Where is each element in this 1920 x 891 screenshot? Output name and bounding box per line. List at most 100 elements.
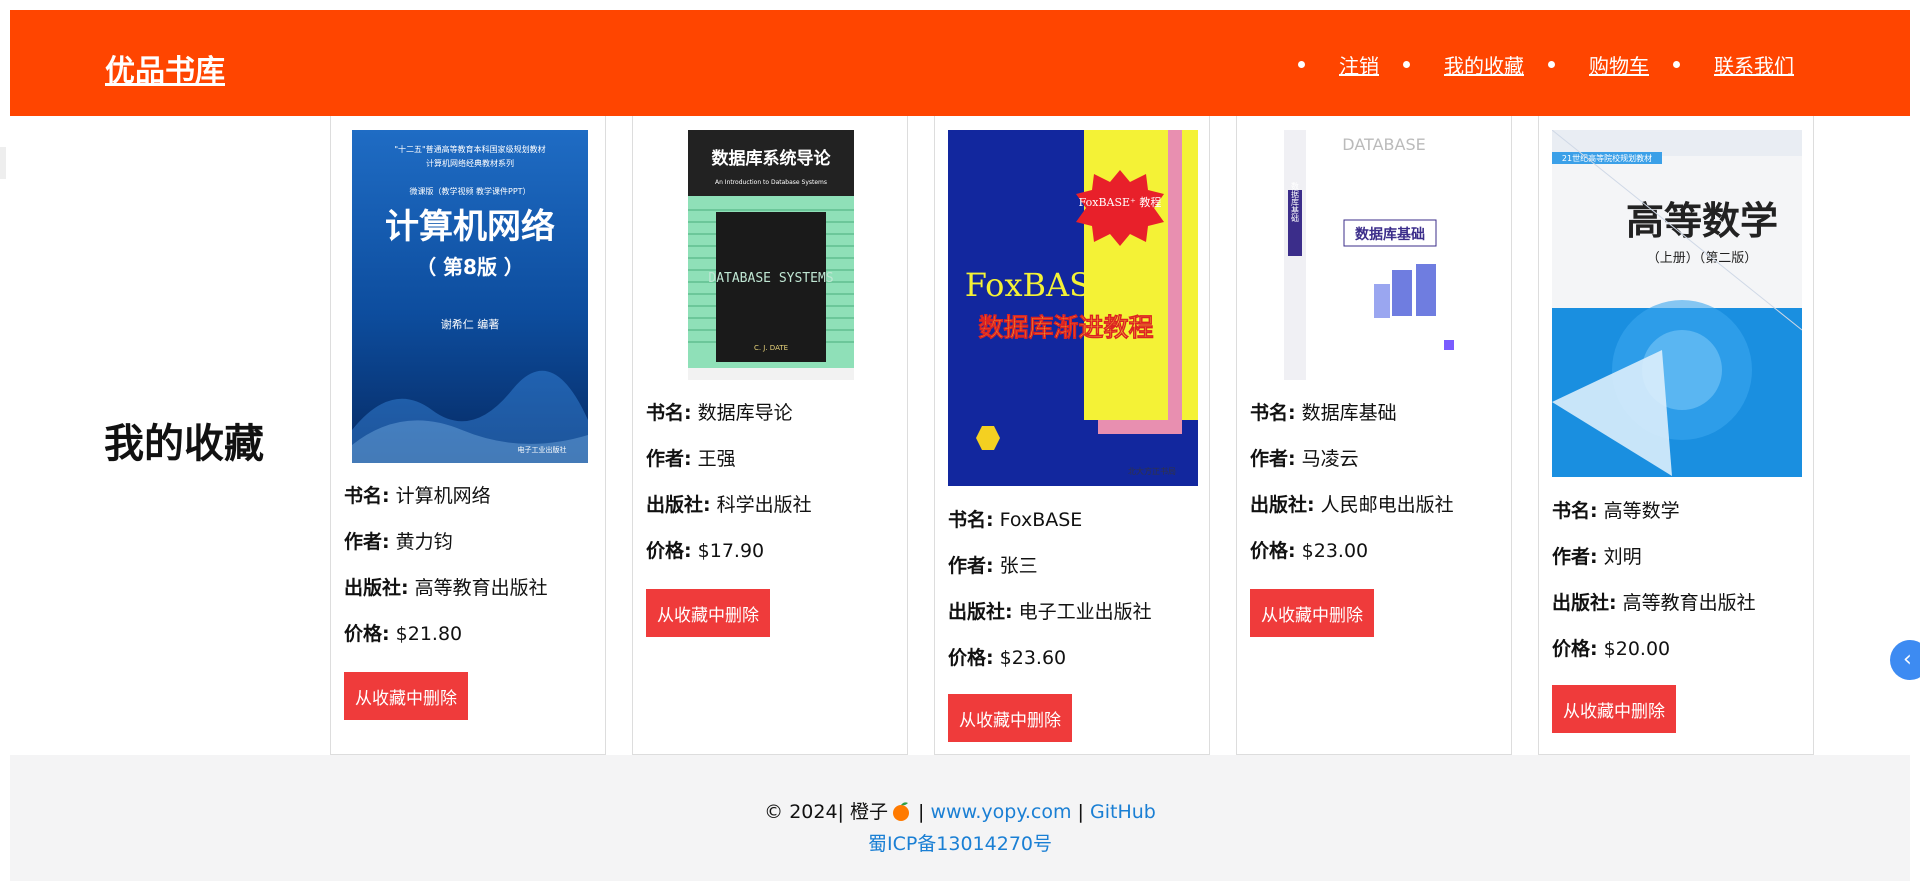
svg-text:DATABASE SYSTEMS: DATABASE SYSTEMS — [708, 271, 833, 286]
book-name-row: 书名: 高等数学 — [1552, 496, 1756, 542]
book-card: 数据库系统导论 An Introduction to Database Syst… — [632, 116, 908, 755]
svg-text:北大方正书局: 北大方正书局 — [1128, 466, 1176, 476]
svg-text:（ 第8版 ）: （ 第8版 ） — [416, 255, 524, 279]
book-price-row: 价格: $21.80 — [344, 619, 548, 665]
svg-text:"十二五"普通高等教育本科国家级规划教材: "十二五"普通高等教育本科国家级规划教材 — [394, 144, 545, 154]
field-label: 作者: — [1250, 448, 1296, 470]
book-card: "十二五"普通高等教育本科国家级规划教材 计算机网络经典教材系列 微课版（教学视… — [330, 116, 606, 755]
svg-text:FoxBASE⁺ 教程: FoxBASE⁺ 教程 — [1079, 196, 1162, 209]
svg-text:微课版（教学视频 教学课件PPT）: 微课版（教学视频 教学课件PPT） — [409, 186, 530, 196]
svg-text:21世纪高等院校规划教材: 21世纪高等院校规划教材 — [1562, 153, 1652, 163]
bullet-icon — [1298, 61, 1305, 68]
site-logo[interactable]: 优品书库 — [105, 46, 225, 90]
book-cover-image[interactable]: FoxBASE⁺ 教程 FoxBASE⁺ 数据库渐进教程 北大方正书局 — [948, 130, 1198, 486]
book-card: 数据库基础 DATABASE 数据库基础 书名: 数据库基础 作者: 马凌云 出… — [1236, 116, 1512, 755]
svg-text:谢希仁 编著: 谢希仁 编著 — [441, 317, 500, 331]
nav-item-logout: 注销 — [1298, 50, 1379, 79]
github-link[interactable]: GitHub — [1090, 801, 1156, 823]
book-name-row: 书名: 数据库导论 — [646, 398, 812, 444]
svg-text:高等数学: 高等数学 — [1626, 199, 1778, 243]
book-info: 书名: 数据库导论 作者: 王强 出版社: 科学出版社 价格: $17.90 — [646, 398, 812, 582]
icp-link[interactable]: 蜀ICP备13014270号 — [868, 833, 1052, 855]
nav-link-contact[interactable]: 联系我们 — [1714, 50, 1794, 79]
book-info: 书名: 计算机网络 作者: 黄力钧 出版社: 高等教育出版社 价格: $21.8… — [344, 481, 548, 665]
book-info: 书名: FoxBASE 作者: 张三 出版社: 电子工业出版社 价格: $23.… — [948, 505, 1152, 689]
book-author-row: 作者: 刘明 — [1552, 542, 1756, 588]
nav-link-favorites[interactable]: 我的收藏 — [1444, 50, 1524, 79]
site-link[interactable]: www.yopy.com — [931, 801, 1072, 823]
svg-text:数据库系统导论: 数据库系统导论 — [712, 148, 832, 169]
remove-favorite-button[interactable]: 从收藏中删除 — [948, 694, 1072, 742]
field-label: 作者: — [948, 555, 994, 577]
book-name: 计算机网络 — [395, 485, 491, 507]
nav-item-contact: 联系我们 — [1673, 50, 1794, 79]
remove-favorite-button[interactable]: 从收藏中删除 — [1552, 685, 1676, 733]
book-cover-image[interactable]: 数据库基础 DATABASE 数据库基础 — [1284, 130, 1462, 380]
site-header: 优品书库 注销 我的收藏 购物车 联系我们 — [10, 10, 1910, 116]
svg-text:计算机网络经典教材系列: 计算机网络经典教材系列 — [426, 158, 514, 168]
book-card: FoxBASE⁺ 教程 FoxBASE⁺ 数据库渐进教程 北大方正书局 书名: … — [934, 116, 1210, 755]
bullet-icon — [1673, 61, 1680, 68]
book-name: 高等数学 — [1603, 500, 1680, 522]
book-author: 马凌云 — [1301, 448, 1359, 470]
site-footer: © 2024| 橙子 | www.yopy.com | GitHub 蜀ICP备… — [10, 755, 1910, 881]
field-label: 书名: — [948, 509, 994, 531]
separator: | — [1077, 801, 1084, 823]
book-publisher: 高等教育出版社 — [414, 577, 548, 599]
book-author: 刘明 — [1603, 546, 1642, 568]
separator: | — [918, 801, 925, 823]
svg-text:计算机网络: 计算机网络 — [385, 207, 555, 247]
field-label: 出版社: — [948, 601, 1013, 623]
orange-icon — [893, 802, 909, 821]
bullet-icon — [1548, 61, 1555, 68]
book-price: $21.80 — [395, 623, 463, 645]
field-label: 书名: — [344, 485, 390, 507]
book-name-row: 书名: 数据库基础 — [1250, 398, 1454, 444]
book-cover-image[interactable]: "十二五"普通高等教育本科国家级规划教材 计算机网络经典教材系列 微课版（教学视… — [352, 130, 588, 463]
book-cover-image[interactable]: 数据库系统导论 An Introduction to Database Syst… — [688, 130, 854, 380]
field-label: 作者: — [1552, 546, 1598, 568]
book-info: 书名: 数据库基础 作者: 马凌云 出版社: 人民邮电出版社 价格: $23.0… — [1250, 398, 1454, 582]
remove-favorite-button[interactable]: 从收藏中删除 — [344, 672, 468, 720]
book-author: 王强 — [697, 448, 736, 470]
remove-favorite-button[interactable]: 从收藏中删除 — [646, 589, 770, 637]
book-name-row: 书名: 计算机网络 — [344, 481, 548, 527]
svg-text:FoxBASE⁺: FoxBASE⁺ — [965, 266, 1132, 304]
book-publisher: 电子工业出版社 — [1018, 601, 1152, 623]
book-cover-image[interactable]: ▮ 21世纪高等院校规划教材 高等数学 （上册）（第二版） — [1552, 130, 1802, 477]
nav-item-cart: 购物车 — [1548, 50, 1649, 79]
book-price: $23.60 — [999, 647, 1067, 669]
svg-text:An Introduction to Database Sy: An Introduction to Database Systems — [715, 179, 827, 186]
book-card: ▮ 21世纪高等院校规划教材 高等数学 （上册）（第二版） 书名: 高等数学 作… — [1538, 116, 1814, 755]
footer-icp: 蜀ICP备13014270号 — [10, 829, 1910, 856]
book-publisher: 人民邮电出版社 — [1320, 494, 1454, 516]
nav-link-logout[interactable]: 注销 — [1339, 50, 1379, 79]
field-label: 书名: — [1552, 500, 1598, 522]
footer-credits: © 2024| 橙子 | www.yopy.com | GitHub — [10, 797, 1910, 824]
svg-text:数据库渐进教程: 数据库渐进教程 — [978, 313, 1153, 342]
field-label: 价格: — [948, 647, 994, 669]
book-name: FoxBASE — [999, 509, 1083, 531]
field-label: 价格: — [344, 623, 390, 645]
nav-link-cart[interactable]: 购物车 — [1589, 50, 1649, 79]
svg-text:C. J. DATE: C. J. DATE — [754, 344, 788, 352]
svg-text:（上册）（第二版）: （上册）（第二版） — [1647, 251, 1758, 266]
chevron-left-icon[interactable]: ‹ — [1890, 640, 1920, 680]
book-author: 黄力钧 — [395, 531, 453, 553]
book-info: 书名: 高等数学 作者: 刘明 出版社: 高等教育出版社 价格: $20.00 — [1552, 496, 1756, 680]
nav-item-favorites: 我的收藏 — [1403, 50, 1524, 79]
field-label: 出版社: — [646, 494, 711, 516]
book-author-row: 作者: 王强 — [646, 444, 812, 490]
svg-text:数据库基础: 数据库基础 — [1355, 226, 1425, 243]
svg-text:DATABASE: DATABASE — [1342, 135, 1425, 154]
field-label: 作者: — [646, 448, 692, 470]
book-name: 数据库导论 — [697, 402, 793, 424]
book-price: $17.90 — [697, 540, 765, 562]
book-author-row: 作者: 黄力钧 — [344, 527, 548, 573]
field-label: 价格: — [1552, 638, 1598, 660]
remove-favorite-button[interactable]: 从收藏中删除 — [1250, 589, 1374, 637]
field-label: 书名: — [646, 402, 692, 424]
book-author: 张三 — [999, 555, 1038, 577]
page-title: 我的收藏 — [104, 421, 264, 467]
book-name-row: 书名: FoxBASE — [948, 505, 1152, 551]
